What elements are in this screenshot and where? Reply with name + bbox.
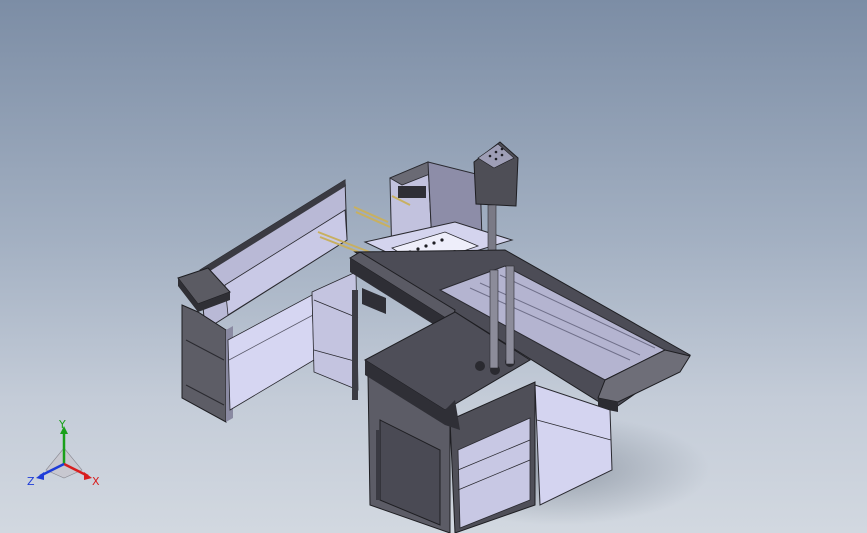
left-lower-panel	[227, 294, 315, 411]
center-leg	[352, 290, 358, 400]
left-wing	[177, 179, 359, 423]
z-axis-label: Z	[27, 475, 35, 488]
y-axis-label: Y	[58, 418, 66, 431]
center-shelf-frame	[311, 271, 359, 391]
x-axis-label: X	[92, 475, 100, 488]
left-pedestal-front	[181, 304, 227, 423]
graphics-viewport[interactable]: Y X Z	[0, 0, 867, 533]
orientation-triad[interactable]: Y X Z	[22, 418, 106, 498]
pole-left	[489, 269, 499, 369]
scanner-slot	[398, 186, 426, 198]
pole-right	[505, 265, 515, 365]
checkout-counter-model[interactable]	[0, 0, 867, 533]
